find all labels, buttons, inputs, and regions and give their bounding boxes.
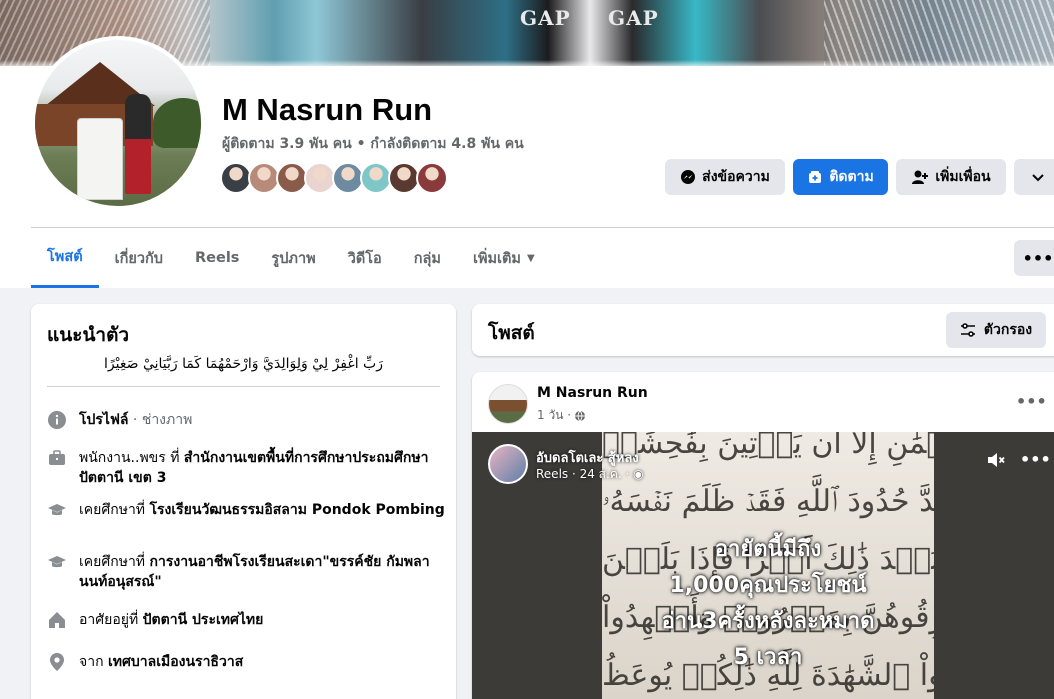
overlay-line: อายัตนี้มีถึง	[714, 537, 822, 562]
intro-item-work: พนักงาน..พขร ที่ สำนักงานเขตพื้นที่การศึ…	[47, 448, 447, 488]
cover-grass-right	[824, 0, 1054, 66]
intro-item-from: จาก เทศบาลเมืองนราธิวาส	[47, 652, 447, 672]
graduation-cap-icon	[47, 500, 67, 520]
add-friend-button[interactable]: เพิ่มเพื่อน	[896, 159, 1006, 195]
messenger-icon	[681, 170, 696, 184]
tab-about[interactable]: เกี่ยวกับ	[99, 228, 179, 288]
more-dots-icon: •••	[1022, 248, 1054, 268]
intro-profile-label[interactable]: โปรไฟล์	[79, 412, 128, 428]
intro-edu1-prefix: เคยศึกษาที่	[79, 502, 150, 518]
tab-videos[interactable]: วิดีโอ	[332, 228, 398, 288]
reel-overlay-text: อายัตนี้มีถึง 1,000คุณประโยชน์ อ่าน3ครั้…	[602, 532, 934, 676]
intro-item-text: จาก เทศบาลเมืองนราธิวาส	[79, 652, 243, 672]
reel-meta: Reels · 24 ส.ค. · ◉	[536, 465, 644, 484]
intro-work-prefix: พนักงาน..พขร ที่	[79, 450, 184, 466]
intro-item-text: โปรไฟล์ · ช่างภาพ	[79, 410, 192, 430]
message-button-label: ส่งข้อความ	[702, 169, 770, 185]
cover-shirt-logo: GAP	[608, 6, 659, 30]
overlay-line: อ่าน3ครั้งหลังละหมาด	[661, 609, 875, 634]
mute-icon[interactable]	[986, 450, 1006, 470]
follow-button-label: ติดตาม	[829, 169, 874, 185]
intro-item-education-2: เคยศึกษาที่ การงานอาชีพโรงเรียนสะเดา"ขรร…	[47, 552, 447, 592]
intro-item-education-1: เคยศึกษาที่ โรงเรียนวัฒนธรรมอิสลาม Pondo…	[47, 500, 447, 520]
more-options-button[interactable]	[1014, 159, 1054, 195]
profile-picture-marker	[77, 118, 123, 200]
filter-button[interactable]: ตัวกรอง	[946, 312, 1046, 348]
briefcase-icon	[47, 448, 67, 468]
mutual-friends-avatars[interactable]	[220, 162, 448, 194]
tabs-more-button[interactable]: •••	[1014, 240, 1054, 276]
reel-options-button[interactable]: •••	[1020, 450, 1051, 469]
intro-from-prefix: จาก	[79, 654, 108, 670]
cover-shirt-logo: GAP	[520, 6, 571, 30]
profile-picture-image	[35, 40, 201, 206]
follow-icon	[809, 171, 822, 183]
tab-posts[interactable]: โพสต์	[31, 228, 99, 288]
intro-card: แนะนำตัว رَبِّ اغْفِرْ لِيْ وَلِوَالِدَي…	[31, 304, 456, 699]
tab-more-label: เพิ่มเติม	[472, 250, 521, 267]
post-author-name[interactable]: M Nasrun Run	[537, 385, 648, 401]
home-icon	[47, 610, 67, 630]
intro-item-text: เคยศึกษาที่ การงานอาชีพโรงเรียนสะเดา"ขรร…	[79, 552, 447, 592]
tab-groups[interactable]: กลุ่ม	[398, 228, 457, 288]
intro-divider	[47, 386, 440, 387]
profile-picture-person	[125, 94, 151, 194]
tab-photos[interactable]: รูปภาพ	[255, 228, 331, 288]
intro-item-text: อาศัยอยู่ที่ ปัตตานี ประเทศไทย	[79, 610, 263, 630]
intro-from-place[interactable]: เทศบาลเมืองนราธิวาส	[108, 654, 243, 670]
reel-meta-text[interactable]: Reels · 24 ส.ค. ·	[536, 467, 629, 481]
post-options-button[interactable]: •••	[1016, 392, 1047, 411]
profile-name: M Nasrun Run	[222, 92, 433, 127]
quran-text-line: يَتَعَدَّ حُدُودَ ٱللَّهِ فَقَدۡ ظَلَمَ …	[602, 484, 934, 519]
tab-reels[interactable]: Reels	[179, 228, 255, 288]
intro-item-text: พนักงาน..พขร ที่ สำนักงานเขตพื้นที่การศึ…	[79, 448, 447, 488]
intro-item-text: เคยศึกษาที่ โรงเรียนวัฒนธรรมอิสลาม Pondo…	[79, 500, 445, 520]
quran-text-line: رَحۡمَٰنِ إِلَّآ أَن يَأۡتِينَ بِفَٰحِشَ…	[602, 432, 934, 461]
filter-sliders-icon	[960, 323, 975, 337]
filter-button-label: ตัวกรอง	[983, 322, 1033, 338]
post-timestamp[interactable]: 1 วัน ·	[537, 406, 571, 425]
intro-edu1-school[interactable]: โรงเรียนวัฒนธรรมอิสลาม Pondok Pombing	[150, 502, 445, 518]
profile-picture[interactable]	[31, 36, 205, 210]
intro-edu2-prefix: เคยศึกษาที่	[79, 554, 150, 570]
reel-video[interactable]: رَحۡمَٰنِ إِلَّآ أَن يَأۡتِينَ بِفَٰحِشَ…	[472, 432, 1054, 699]
chevron-down-icon	[1032, 174, 1044, 182]
intro-item-profile: โปรไฟล์ · ช่างภาพ	[47, 410, 447, 430]
reel-author-avatar[interactable]	[488, 444, 528, 484]
intro-lives-place[interactable]: ปัตตานี ประเทศไทย	[143, 612, 264, 628]
info-icon	[47, 410, 67, 430]
intro-item-lives-in: อาศัยอยู่ที่ ปัตตานี ประเทศไทย	[47, 610, 447, 630]
posts-header-card: โพสต์ ตัวกรอง	[472, 304, 1054, 356]
friend-avatar[interactable]	[416, 162, 448, 194]
overlay-line: 5 เวลา	[733, 645, 803, 670]
message-button[interactable]: ส่งข้อความ	[665, 159, 785, 195]
globe-icon: ◉	[633, 467, 644, 481]
intro-bio: رَبِّ اغْفِرْ لِيْ وَلِوَالِدَيَّ وَارْح…	[104, 356, 383, 372]
posts-title: โพสต์	[488, 322, 535, 344]
follow-stats[interactable]: ผู้ติดตาม 3.9 พัน คน • กำลังติดตาม 4.8 พ…	[222, 133, 524, 155]
intro-title: แนะนำตัว	[47, 324, 130, 346]
profile-picture-tree	[153, 98, 201, 148]
overlay-line: 1,000คุณประโยชน์	[669, 573, 867, 598]
post-meta: 1 วัน ·	[537, 406, 586, 425]
intro-lives-prefix: อาศัยอยู่ที่	[79, 612, 143, 628]
graduation-cap-icon	[47, 552, 67, 572]
globe-icon	[575, 410, 586, 421]
follow-button[interactable]: ติดตาม	[793, 159, 888, 195]
intro-profile-category: · ช่างภาพ	[128, 412, 193, 428]
add-friend-button-label: เพิ่มเพื่อน	[935, 169, 991, 185]
location-pin-icon	[47, 652, 67, 672]
post-card: M Nasrun Run 1 วัน · ••• رَحۡمَٰنِ إِلَّ…	[472, 372, 1054, 699]
tab-more[interactable]: เพิ่มเติม ▼	[457, 228, 551, 288]
profile-tabs: โพสต์ เกี่ยวกับ Reels รูปภาพ วิดีโอ กลุ่…	[31, 228, 551, 288]
reel-video-frame: رَحۡمَٰنِ إِلَّآ أَن يَأۡتِينَ بِفَٰحِشَ…	[602, 432, 934, 699]
add-friend-icon	[912, 170, 929, 184]
caret-down-icon: ▼	[527, 252, 535, 264]
post-author-avatar[interactable]	[488, 384, 528, 424]
profile-header: GAP GAP M Nasrun Run ผู้ติดตาม 3.9 พัน ค…	[0, 0, 1054, 288]
